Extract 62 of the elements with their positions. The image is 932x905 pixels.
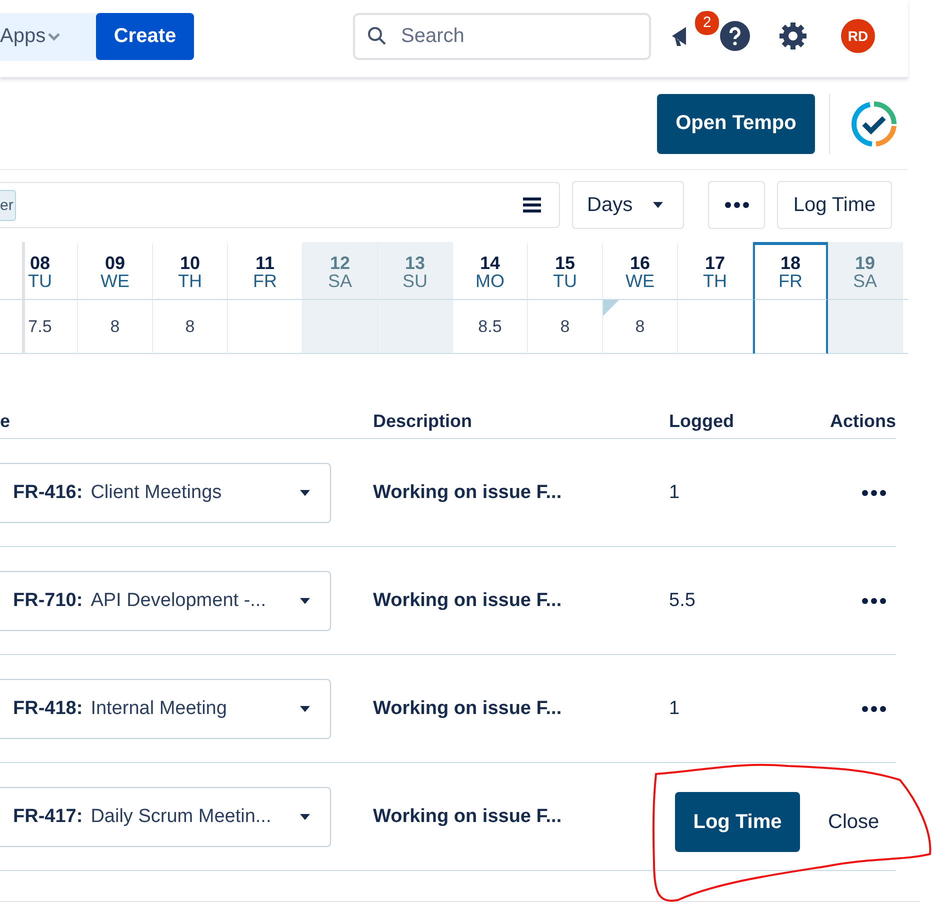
day-header[interactable]: 16 WE <box>603 242 678 300</box>
column-header: Logged <box>669 410 735 432</box>
more-icon <box>862 490 886 496</box>
column-header: e <box>0 410 12 432</box>
caret-icon <box>300 490 310 496</box>
day-header[interactable]: 10 TH <box>153 242 228 300</box>
search-icon <box>367 26 387 46</box>
description-text: Working on issue F... <box>373 806 563 828</box>
issue-select[interactable]: FR-418: Internal Meeting <box>0 678 331 738</box>
issue-select[interactable]: FR-416: Client Meetings <box>0 462 331 522</box>
day-hours-cell[interactable]: 8 <box>78 300 153 354</box>
checkmark-logo-icon <box>850 100 898 148</box>
caret-icon <box>300 814 310 820</box>
filter-tag: er <box>0 190 16 220</box>
issue-select[interactable]: FR-417: Daily Scrum Meetin... <box>0 786 331 846</box>
apps-menu-button[interactable]: Apps <box>0 12 100 60</box>
menu-icon <box>523 197 541 213</box>
chevron-down-icon <box>48 32 60 40</box>
more-icon <box>862 706 886 712</box>
log-time-button[interactable]: Log Time <box>777 181 892 229</box>
view-dropdown[interactable]: Days <box>572 181 684 229</box>
log-time-button[interactable]: Log Time <box>675 792 800 852</box>
more-button[interactable] <box>708 181 765 229</box>
logged-hours: 1 <box>669 698 681 720</box>
caret-icon <box>300 706 310 712</box>
description-text: Working on issue F... <box>373 698 563 720</box>
description-text: Working on issue F... <box>373 590 563 612</box>
open-tempo-button[interactable]: Open Tempo <box>657 94 815 154</box>
logged-hours: 1 <box>669 482 681 504</box>
issue-select[interactable]: FR-710: API Development -... <box>0 570 331 630</box>
day-hours-cell[interactable]: 7.5 <box>25 300 78 354</box>
more-icon <box>724 202 748 208</box>
day-header[interactable]: 09 WE <box>78 242 153 300</box>
day-header[interactable]: 14 MO <box>453 242 528 300</box>
day-header[interactable]: 17 TH <box>678 242 753 300</box>
day-header[interactable]: 15 TU <box>528 242 603 300</box>
caret-icon <box>300 598 310 604</box>
day-hours-cell[interactable]: 8.5 <box>453 300 528 354</box>
notification-count: 2 <box>694 10 720 36</box>
day-hours-cell[interactable] <box>753 300 828 354</box>
day-header[interactable]: 08 TU <box>25 242 78 300</box>
filter-field[interactable]: er <box>0 182 560 228</box>
logged-hours: 5.5 <box>669 590 696 612</box>
column-header: Description <box>373 410 474 432</box>
day-header[interactable]: 11 FR <box>228 242 303 300</box>
day-header[interactable]: 18 FR <box>753 242 828 300</box>
settings-icon <box>779 22 807 50</box>
search-field[interactable]: Search <box>353 13 651 60</box>
caret-icon <box>653 202 663 208</box>
description-text: Working on issue F... <box>373 482 563 504</box>
close-button[interactable]: Close <box>828 810 880 834</box>
day-hours-cell[interactable]: 8 <box>603 300 678 354</box>
day-header[interactable]: 13 SU <box>378 242 453 300</box>
help-icon <box>720 20 750 50</box>
day-header[interactable]: 12 SA <box>303 242 378 300</box>
user-avatar[interactable]: RD <box>841 18 875 52</box>
create-button[interactable]: Create <box>96 13 194 60</box>
more-icon <box>862 598 886 604</box>
column-header: Actions <box>830 410 896 432</box>
day-header[interactable]: 19 SA <box>828 242 903 300</box>
day-hours-cell[interactable]: 8 <box>153 300 228 354</box>
day-hours-cell[interactable]: 8 <box>528 300 603 354</box>
